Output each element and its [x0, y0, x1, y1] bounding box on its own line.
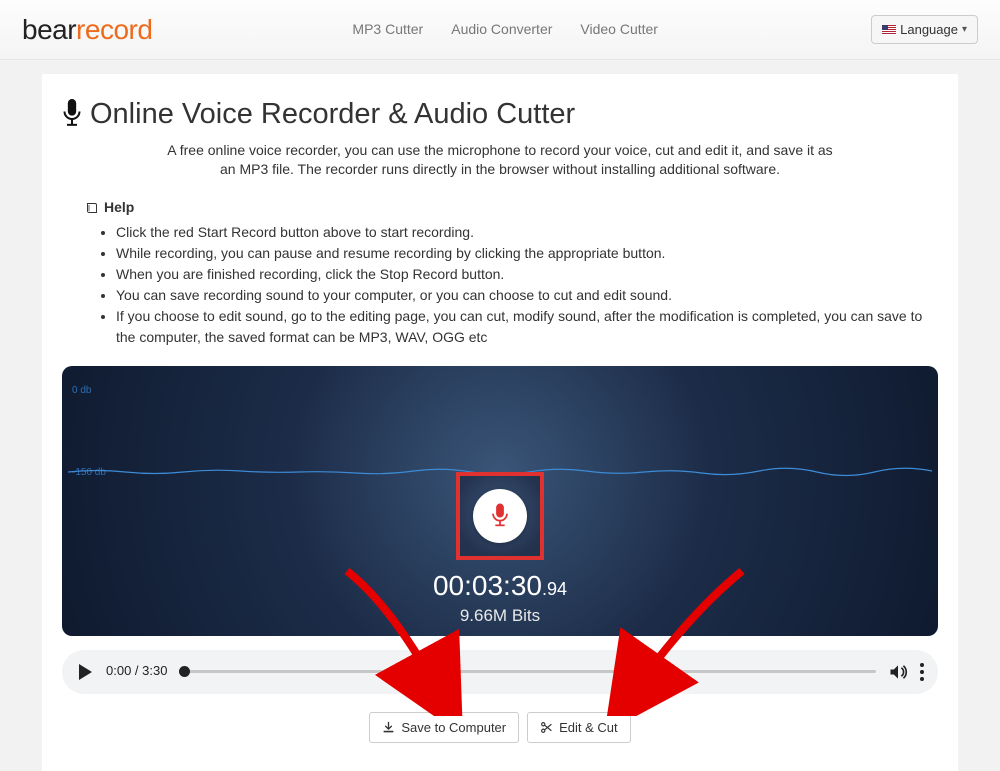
nav-mp3-cutter[interactable]: MP3 Cutter — [352, 20, 423, 40]
page-title-text: Online Voice Recorder & Audio Cutter — [90, 94, 575, 135]
player-time: 0:00 / 3:30 — [106, 662, 167, 680]
brand-part1: bear — [22, 10, 76, 49]
more-icon[interactable] — [920, 663, 924, 681]
microphone-icon — [62, 98, 82, 130]
progress-bar[interactable] — [179, 670, 876, 673]
help-item: Click the red Start Record button above … — [116, 222, 938, 243]
brand-part2: record — [76, 10, 152, 49]
action-buttons: Save to Computer Edit & Cut — [62, 712, 938, 743]
nav-audio-converter[interactable]: Audio Converter — [451, 20, 552, 40]
help-heading: Help — [86, 198, 938, 218]
save-to-computer-button[interactable]: Save to Computer — [369, 712, 519, 743]
save-button-label: Save to Computer — [401, 720, 506, 735]
recording-size: 9.66M Bits — [62, 604, 938, 628]
nav-video-cutter[interactable]: Video Cutter — [580, 20, 658, 40]
language-button[interactable]: Language ▾ — [871, 15, 978, 44]
record-button[interactable] — [473, 489, 527, 543]
language-label: Language — [900, 22, 958, 37]
us-flag-icon — [882, 25, 896, 35]
main-card: Online Voice Recorder & Audio Cutter A f… — [42, 74, 958, 770]
recording-timer: 00:03:30.94 — [62, 566, 938, 605]
scissors-icon — [540, 721, 553, 734]
page-title: Online Voice Recorder & Audio Cutter — [62, 94, 938, 135]
timer-main: 00:03:30 — [433, 570, 542, 601]
help-block: Help Click the red Start Record button a… — [86, 198, 938, 348]
db-label-top: 0 db — [72, 384, 91, 398]
help-heading-text: Help — [104, 198, 134, 218]
timer-ms: .94 — [542, 579, 567, 599]
edit-and-cut-button[interactable]: Edit & Cut — [527, 712, 631, 743]
microphone-icon — [489, 502, 511, 530]
recorder-panel: 0 db -150 db 00:03:30.94 9.66M Bits — [62, 366, 938, 636]
edit-button-label: Edit & Cut — [559, 720, 618, 735]
top-navbar: bearrecord MP3 Cutter Audio Converter Vi… — [0, 0, 1000, 60]
record-button-highlight — [456, 472, 544, 560]
nav-links: MP3 Cutter Audio Converter Video Cutter — [352, 20, 658, 40]
play-icon[interactable] — [76, 663, 94, 681]
volume-icon[interactable] — [888, 662, 908, 682]
book-icon — [86, 202, 98, 214]
help-item: While recording, you can pause and resum… — [116, 243, 938, 264]
page-description: A free online voice recorder, you can us… — [160, 141, 840, 180]
brand-logo[interactable]: bearrecord — [22, 10, 152, 49]
help-list: Click the red Start Record button above … — [116, 222, 938, 348]
chevron-down-icon: ▾ — [962, 24, 967, 35]
help-item: If you choose to edit sound, go to the e… — [116, 306, 938, 348]
audio-player: 0:00 / 3:30 — [62, 650, 938, 694]
download-icon — [382, 721, 395, 734]
help-item: When you are finished recording, click t… — [116, 264, 938, 285]
help-item: You can save recording sound to your com… — [116, 285, 938, 306]
